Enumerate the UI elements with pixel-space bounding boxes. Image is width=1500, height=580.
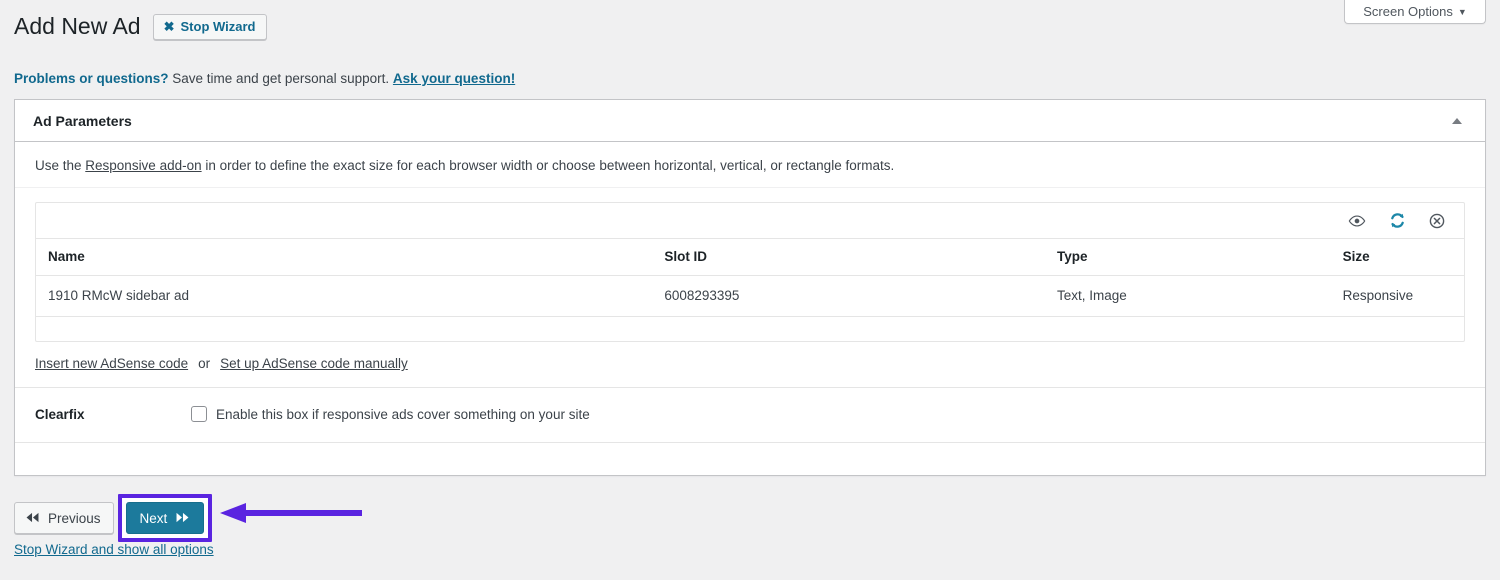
stop-wizard-button[interactable]: ✖ Stop Wizard — [153, 14, 267, 40]
ad-parameters-panel: Ad Parameters Use the Responsive add-on … — [14, 99, 1486, 476]
support-notice-middle: Save time and get personal support. — [169, 71, 393, 86]
chevron-down-icon: ▼ — [1458, 8, 1467, 17]
page-title: Add New Ad — [14, 12, 141, 42]
insert-new-adsense-code-link[interactable]: Insert new AdSense code — [35, 356, 188, 371]
clearfix-checkbox[interactable] — [191, 406, 207, 422]
cell-type: Text, Image — [1057, 276, 1343, 317]
rewind-double-left-icon — [25, 511, 40, 526]
or-separator: or — [198, 356, 210, 371]
column-header-size: Size — [1343, 239, 1464, 276]
adsense-code-links: Insert new AdSense code or Set up AdSens… — [15, 342, 1485, 388]
next-button[interactable]: Next — [126, 502, 205, 534]
clearfix-field: Enable this box if responsive ads cover … — [191, 406, 590, 422]
remove-circle-icon[interactable] — [1428, 212, 1446, 230]
table-footer-spacer — [36, 317, 1464, 341]
panel-bottom-spacer — [15, 443, 1485, 475]
screen-options-label: Screen Options — [1363, 4, 1453, 19]
set-up-adsense-code-manually-link[interactable]: Set up AdSense code manually — [220, 356, 408, 371]
description-after: in order to define the exact size for ea… — [202, 158, 895, 173]
panel-description: Use the Responsive add-on in order to de… — [15, 142, 1485, 188]
stop-wizard-label: Stop Wizard — [181, 19, 256, 34]
previous-button[interactable]: Previous — [14, 502, 114, 534]
panel-header[interactable]: Ad Parameters — [15, 100, 1485, 142]
column-header-type: Type — [1057, 239, 1343, 276]
clearfix-checkbox-label: Enable this box if responsive ads cover … — [216, 407, 590, 422]
next-label: Next — [140, 511, 168, 526]
adsense-table: Name Slot ID Type Size 1910 RMcW sidebar… — [36, 239, 1464, 317]
close-x-icon: ✖ — [164, 20, 175, 33]
page-heading-row: Add New Ad ✖ Stop Wizard — [14, 12, 267, 42]
responsive-addon-link[interactable]: Responsive add-on — [85, 158, 201, 173]
previous-label: Previous — [48, 511, 101, 526]
fast-forward-double-right-icon — [175, 511, 190, 526]
panel-body: Use the Responsive add-on in order to de… — [15, 142, 1485, 475]
support-notice: Problems or questions? Save time and get… — [14, 71, 515, 86]
cell-name: 1910 RMcW sidebar ad — [36, 276, 664, 317]
cell-size: Responsive — [1343, 276, 1464, 317]
table-toolbar — [36, 203, 1464, 239]
clearfix-row: Clearfix Enable this box if responsive a… — [15, 388, 1485, 443]
stop-wizard-show-all-options-link[interactable]: Stop Wizard and show all options — [14, 542, 214, 557]
cell-slot-id: 6008293395 — [664, 276, 1057, 317]
chevron-up-icon[interactable] — [1447, 111, 1467, 131]
support-notice-lead: Problems or questions? — [14, 71, 169, 86]
annotation-arrow-left — [220, 503, 362, 523]
panel-title: Ad Parameters — [33, 113, 132, 129]
wizard-actions: Previous Next — [14, 494, 212, 542]
adsense-table-block: Name Slot ID Type Size 1910 RMcW sidebar… — [35, 202, 1465, 342]
table-header-row: Name Slot ID Type Size — [36, 239, 1464, 276]
description-before: Use the — [35, 158, 85, 173]
clearfix-label: Clearfix — [35, 407, 191, 422]
eye-icon[interactable] — [1348, 212, 1366, 230]
next-button-highlight: Next — [118, 494, 213, 542]
table-row[interactable]: 1910 RMcW sidebar ad 6008293395 Text, Im… — [36, 276, 1464, 317]
column-header-name: Name — [36, 239, 664, 276]
refresh-icon[interactable] — [1388, 212, 1406, 230]
screen-options-button[interactable]: Screen Options ▼ — [1344, 0, 1486, 24]
column-header-slot-id: Slot ID — [664, 239, 1057, 276]
ask-your-question-link[interactable]: Ask your question! — [393, 71, 515, 86]
